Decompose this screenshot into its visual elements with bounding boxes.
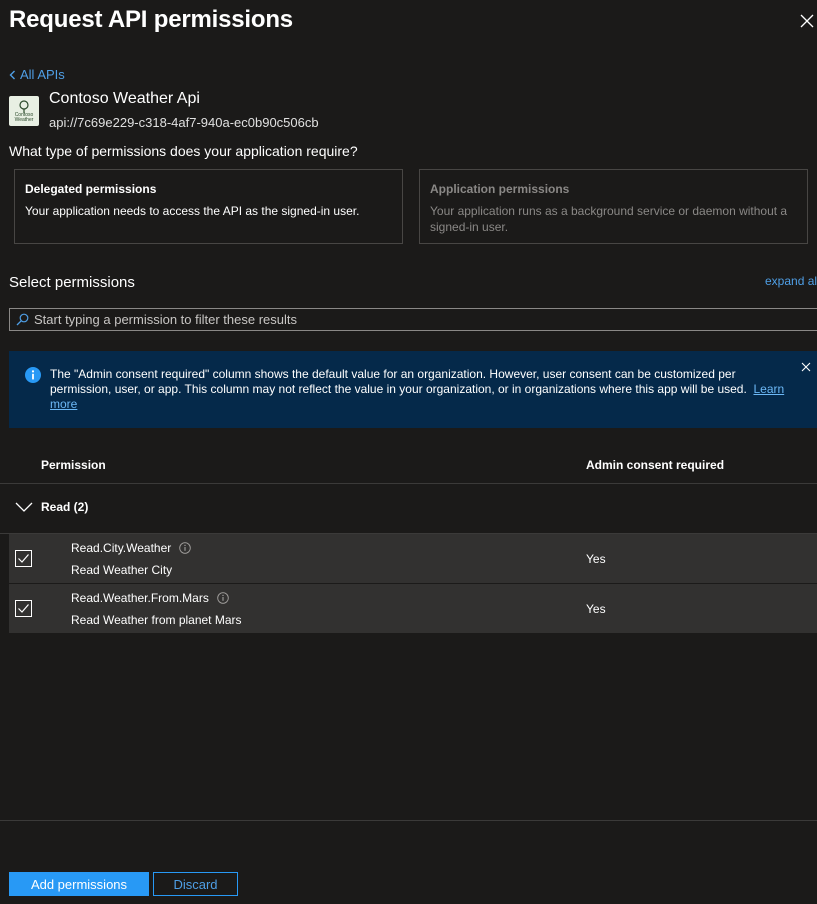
checkmark-icon: [18, 554, 29, 563]
api-name: Contoso Weather Api: [49, 90, 200, 107]
search-icon: [16, 313, 29, 326]
permission-column-header: Permission: [41, 458, 106, 472]
logo-text: Contoso Weather: [14, 112, 34, 123]
admin-consent-value: Yes: [586, 552, 606, 566]
permission-type-question: What type of permissions does your appli…: [9, 143, 358, 159]
group-label: Read (2): [41, 500, 89, 514]
permission-filter-box[interactable]: [9, 308, 817, 331]
close-icon[interactable]: [801, 362, 811, 372]
permission-name-text: Read.Weather.From.Mars: [71, 591, 209, 605]
info-icon[interactable]: [217, 592, 229, 604]
api-logo: Contoso Weather: [9, 96, 39, 126]
admin-consent-column-header: Admin consent required: [586, 458, 725, 472]
select-permissions-label: Select permissions: [9, 274, 135, 291]
permission-checkbox[interactable]: [15, 550, 32, 567]
permission-description: Read Weather City: [71, 563, 173, 577]
chevron-down-icon: [15, 502, 33, 512]
permission-name-text: Read.City.Weather: [71, 541, 172, 555]
info-icon: [25, 367, 41, 383]
all-apis-label: All APIs: [20, 67, 65, 82]
info-icon[interactable]: [179, 542, 192, 554]
application-permissions-description: Your application runs as a background se…: [430, 204, 788, 234]
permission-description: Read Weather from planet Mars: [71, 613, 242, 627]
close-button[interactable]: [796, 10, 817, 32]
permission-filter-input[interactable]: [34, 312, 794, 327]
discard-button[interactable]: Discard: [153, 872, 238, 896]
api-id: api://7c69e229-c318-4af7-940a-ec0b90c506…: [49, 115, 319, 130]
info-banner-message: The "Admin consent required" column show…: [50, 367, 747, 396]
add-permissions-button[interactable]: Add permissions: [9, 872, 149, 896]
page-title: Request API permissions: [9, 6, 293, 33]
delegated-permissions-description: Your application needs to access the API…: [25, 204, 360, 218]
close-icon: [800, 14, 814, 28]
delegated-permissions-title: Delegated permissions: [25, 182, 157, 196]
application-permissions-title: Application permissions: [430, 182, 570, 196]
admin-consent-value: Yes: [586, 602, 606, 616]
info-banner-text: The "Admin consent required" column show…: [50, 367, 790, 412]
chevron-left-icon: [9, 70, 15, 79]
checkmark-icon: [18, 604, 29, 613]
header-divider: [0, 483, 817, 484]
admin-consent-info-banner: The "Admin consent required" column show…: [9, 351, 817, 428]
permission-name: Read.Weather.From.Mars: [71, 591, 229, 605]
application-permissions-card: Application permissions Your application…: [419, 169, 808, 244]
permission-group-read[interactable]: Read (2): [14, 500, 88, 514]
permission-checkbox[interactable]: [15, 600, 32, 617]
all-apis-link[interactable]: All APIs: [9, 67, 65, 82]
delegated-permissions-card[interactable]: Delegated permissions Your application n…: [14, 169, 403, 244]
table-row: Read.City.Weather Read Weather City Yes: [9, 534, 817, 584]
permission-name: Read.City.Weather: [71, 541, 192, 555]
footer-divider: [0, 820, 817, 821]
expand-all-link[interactable]: expand all: [765, 274, 817, 288]
table-row: Read.Weather.From.Mars Read Weather from…: [9, 584, 817, 634]
